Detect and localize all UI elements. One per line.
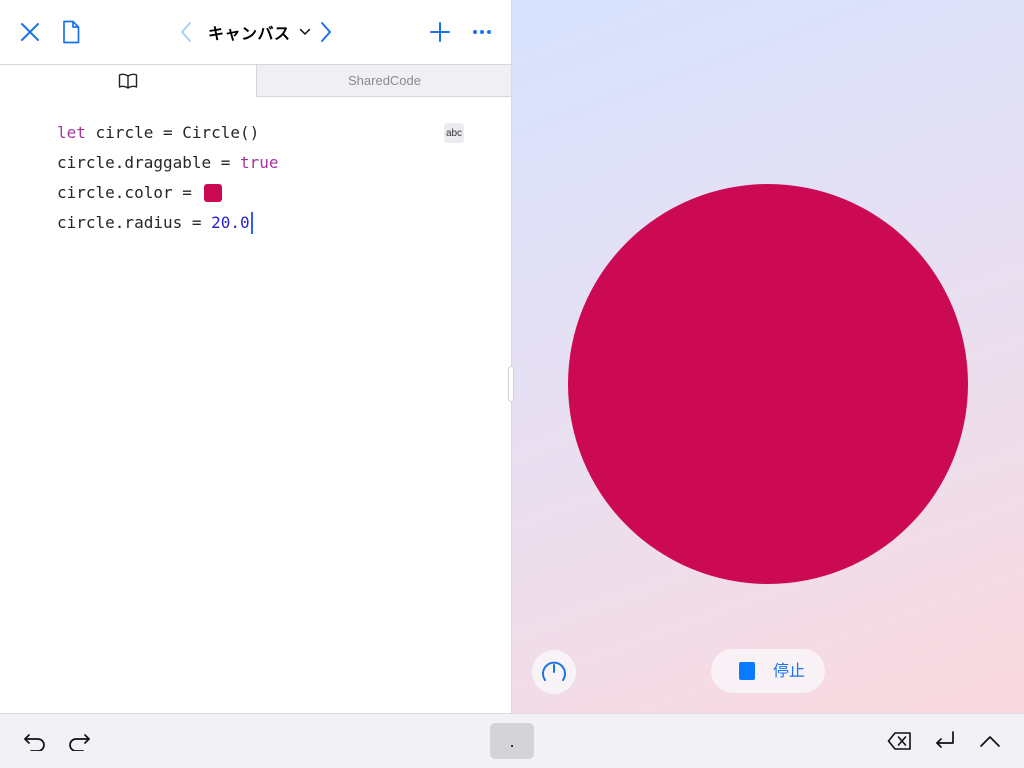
expand-button[interactable]	[975, 726, 1005, 756]
autocomplete-badge[interactable]: abc	[444, 123, 464, 143]
stop-icon	[739, 662, 755, 680]
plus-icon	[430, 22, 450, 42]
navigation-bar: キャンバス	[0, 0, 511, 65]
stop-button[interactable]: 停止	[711, 649, 825, 693]
color-literal-swatch[interactable]	[203, 184, 222, 202]
code-text: circle = Circle()	[85, 123, 260, 142]
code-text: circle.color =	[57, 183, 202, 202]
editor-tabs: SharedCode	[0, 65, 512, 97]
document-button[interactable]	[55, 16, 87, 48]
period-key[interactable]: .	[490, 723, 534, 759]
live-view[interactable]: 停止	[512, 0, 1024, 713]
chevron-right-icon	[321, 22, 331, 42]
code-text: circle.radius =	[57, 213, 212, 232]
close-icon	[21, 23, 39, 41]
split-view-handle[interactable]	[508, 366, 514, 402]
book-icon	[118, 73, 138, 89]
next-page-button[interactable]	[310, 16, 342, 48]
previous-page-button[interactable]	[170, 16, 202, 48]
speedometer-icon	[542, 661, 566, 681]
code-number: 20.0	[211, 213, 250, 232]
code-line-3[interactable]: circle.color =	[57, 181, 222, 205]
add-button[interactable]	[424, 16, 456, 48]
code-editor-pane: キャンバス SharedCode let circle = Circle() a…	[0, 0, 512, 713]
code-line-2[interactable]: circle.draggable = true	[57, 151, 279, 175]
tab-shared-code[interactable]: SharedCode	[256, 65, 512, 97]
undo-button[interactable]	[20, 726, 50, 756]
chevron-up-icon	[980, 736, 1000, 747]
ellipsis-icon	[473, 30, 491, 34]
delete-backward-icon	[887, 732, 911, 750]
document-icon	[63, 20, 80, 44]
speed-button[interactable]	[532, 650, 576, 694]
delete-backward-button[interactable]	[885, 726, 915, 756]
code-keyword: let	[57, 123, 86, 142]
more-button[interactable]	[466, 16, 498, 48]
draggable-circle[interactable]	[568, 184, 968, 584]
redo-button[interactable]	[64, 726, 94, 756]
page-title: キャンバス	[208, 24, 291, 43]
close-button[interactable]	[14, 16, 46, 48]
page-title-menu[interactable]: キャンバス	[208, 18, 311, 46]
stop-label: 停止	[773, 661, 806, 680]
redo-icon	[69, 734, 90, 751]
keyboard-shortcut-bar: .	[0, 713, 1024, 768]
code-editor[interactable]: let circle = Circle() abc circle.draggab…	[0, 98, 511, 713]
chevron-left-icon	[181, 22, 191, 42]
text-cursor	[250, 212, 253, 234]
undo-icon	[24, 734, 45, 751]
code-keyword: true	[240, 153, 279, 172]
code-line-1[interactable]: let circle = Circle()	[57, 121, 259, 145]
code-line-4[interactable]: circle.radius = 20.0	[57, 211, 253, 235]
tab-main[interactable]	[0, 65, 256, 96]
chevron-down-icon	[299, 28, 310, 35]
code-text: circle.draggable =	[57, 153, 241, 172]
return-icon	[936, 731, 954, 748]
return-button[interactable]	[930, 726, 960, 756]
